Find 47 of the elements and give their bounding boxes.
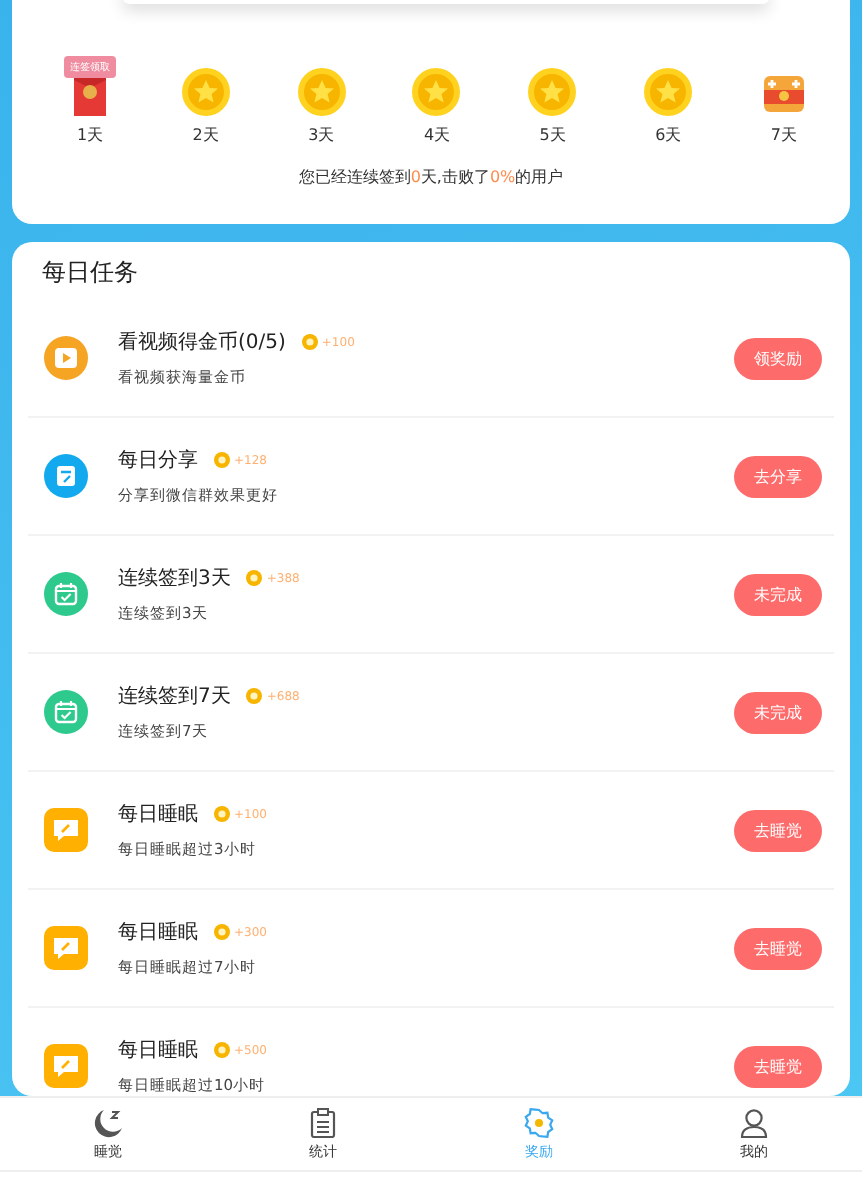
task-title: 连续签到3天	[118, 565, 231, 592]
day-label: 6天	[655, 124, 682, 146]
task-button[interactable]: 未完成	[734, 691, 822, 733]
task-title: 连续签到7天	[118, 683, 231, 710]
coin-icon	[412, 68, 461, 116]
task-button[interactable]: 未完成	[734, 573, 822, 615]
day-label: 1天	[76, 124, 104, 146]
coin-icon	[214, 924, 230, 940]
section-title: 每日任务	[40, 256, 140, 290]
calendar-icon	[44, 572, 88, 616]
award-icon	[523, 1107, 554, 1137]
person-icon	[740, 1107, 769, 1137]
task-title: 每日睡眠	[118, 1037, 198, 1064]
coin-icon	[297, 68, 346, 116]
coin-icon	[214, 1042, 230, 1058]
note-icon	[44, 454, 88, 498]
streak-summary: 您已经连续签到0天,击败了0%的用户	[296, 166, 566, 188]
chat-icon	[44, 808, 88, 852]
task-title: 每日睡眠	[118, 801, 198, 828]
task-button[interactable]: 去睡觉	[734, 1045, 822, 1087]
task-button[interactable]: 去睡觉	[734, 927, 822, 969]
day-label: 2天	[192, 124, 219, 146]
coin-icon	[181, 68, 230, 116]
chat-icon	[44, 1044, 88, 1088]
coin-icon	[644, 68, 693, 116]
moon-icon	[91, 1107, 124, 1137]
task-title: 每日睡眠	[118, 919, 198, 946]
day-label: 4天	[423, 124, 451, 146]
coin-icon	[528, 68, 577, 116]
clipboard-icon	[310, 1107, 337, 1137]
treasure-chest-icon	[761, 72, 806, 116]
day-label: 5天	[539, 124, 566, 146]
calendar-icon	[44, 690, 88, 734]
chat-icon	[44, 926, 88, 970]
task-button[interactable]: 去分享	[734, 455, 822, 497]
play-icon	[44, 336, 88, 380]
coin-icon	[246, 570, 263, 586]
task-button[interactable]: 领奖励	[734, 337, 822, 379]
day-label: 3天	[308, 124, 335, 146]
coin-icon	[214, 806, 230, 822]
task-title: 每日分享	[118, 447, 198, 474]
coin-icon	[246, 688, 263, 704]
coin-icon	[214, 452, 230, 468]
day-label: 7天	[770, 124, 798, 146]
task-button[interactable]: 去睡觉	[734, 809, 822, 851]
task-title: 看视频得金币(0/5)	[118, 329, 286, 356]
coin-icon	[301, 334, 318, 350]
